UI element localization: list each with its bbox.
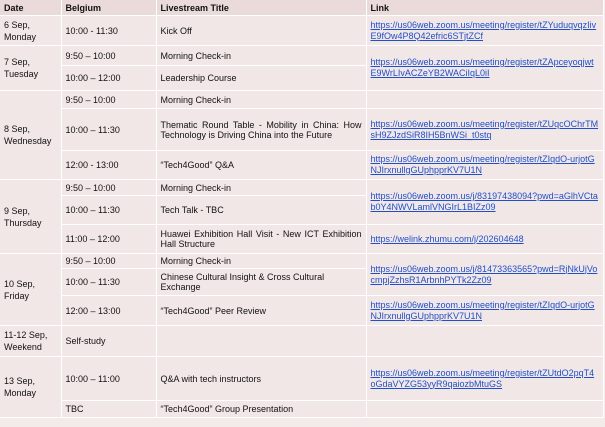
date-cell: 9 Sep, Thursday bbox=[0, 179, 62, 254]
meeting-link[interactable]: https://us06web.zoom.us/meeting/register… bbox=[371, 119, 599, 141]
title-cell: Morning Check-in bbox=[156, 90, 367, 109]
table-row: 11-12 Sep, Weekend Self-study bbox=[0, 325, 604, 357]
time-cell: 12:00 – 13:00 bbox=[61, 295, 157, 326]
title-cell: Thematic Round Table - Mobility in China… bbox=[156, 108, 367, 151]
date-cell: 10 Sep, Friday bbox=[0, 253, 62, 326]
link-cell bbox=[366, 325, 604, 357]
link-cell: https://us06web.zoom.us/meeting/register… bbox=[366, 356, 604, 401]
link-cell: https://us06web.zoom.us/j/81473363565?pw… bbox=[366, 253, 604, 296]
header-belgium: Belgium bbox=[61, 0, 157, 16]
date-cell: 7 Sep, Tuesday bbox=[0, 45, 62, 91]
time-cell: 10:00 – 11:30 bbox=[61, 108, 157, 151]
date-cell: 8 Sep, Wednesday bbox=[0, 90, 62, 180]
meeting-link[interactable]: https://us06web.zoom.us/meeting/register… bbox=[371, 57, 599, 79]
time-cell: 12:00 - 13:00 bbox=[61, 150, 157, 180]
time-cell: TBC bbox=[61, 400, 157, 418]
meeting-link[interactable]: https://us06web.zoom.us/j/83197438094?pw… bbox=[371, 191, 599, 213]
meeting-link[interactable]: https://welink.zhumu.com/j/202604648 bbox=[371, 234, 599, 245]
time-cell: 9:50 – 10:00 bbox=[61, 253, 157, 269]
link-cell bbox=[366, 400, 604, 418]
title-cell: Huawei Exhibition Hall Visit - New ICT E… bbox=[156, 224, 367, 254]
time-cell: Self-study bbox=[61, 325, 157, 357]
table-row: 10:00 – 11:30 Thematic Round Table - Mob… bbox=[0, 108, 604, 151]
header-link: Link bbox=[366, 0, 604, 16]
meeting-link[interactable]: https://us06web.zoom.us/meeting/register… bbox=[371, 154, 599, 176]
link-cell bbox=[366, 90, 604, 109]
title-cell: Leadership Course bbox=[156, 65, 367, 91]
title-cell bbox=[156, 325, 367, 357]
title-cell: Chinese Cultural Insight & Cross Cultura… bbox=[156, 268, 367, 296]
table-row: 8 Sep, Wednesday 9:50 – 10:00 Morning Ch… bbox=[0, 90, 604, 180]
title-cell: Morning Check-in bbox=[156, 179, 367, 196]
table-row: 12:00 - 13:00 “Tech4Good” Q&A https://us… bbox=[0, 150, 604, 180]
time-cell: 10:00 – 11:00 bbox=[61, 356, 157, 401]
header-livestream-title: Livestream Title bbox=[156, 0, 367, 16]
table-row: 10 Sep, Friday 9:50 – 10:00 Morning Chec… bbox=[0, 253, 604, 326]
meeting-link[interactable]: https://us06web.zoom.us/meeting/register… bbox=[371, 20, 599, 42]
title-cell: “Tech4Good” Group Presentation bbox=[156, 400, 367, 418]
title-cell: Morning Check-in bbox=[156, 45, 367, 66]
link-cell: https://us06web.zoom.us/meeting/register… bbox=[366, 295, 604, 326]
link-cell: https://welink.zhumu.com/j/202604648 bbox=[366, 224, 604, 254]
link-cell: https://us06web.zoom.us/meeting/register… bbox=[366, 150, 604, 180]
link-cell: https://us06web.zoom.us/j/83197438094?pw… bbox=[366, 179, 604, 225]
table-row: 12:00 – 13:00 “Tech4Good” Peer Review ht… bbox=[0, 295, 604, 326]
time-cell: 10:00 - 11:30 bbox=[61, 15, 157, 46]
time-cell: 9:50 – 10:00 bbox=[61, 179, 157, 196]
meeting-link[interactable]: https://us06web.zoom.us/j/81473363565?pw… bbox=[371, 264, 599, 286]
time-cell: 9:50 – 10:00 bbox=[61, 90, 157, 109]
title-cell: Kick Off bbox=[156, 15, 367, 46]
time-cell: 10:00 – 11:30 bbox=[61, 195, 157, 225]
table-row: 13 Sep, Monday 10:00 – 11:00 Q&A with te… bbox=[0, 356, 604, 418]
title-cell: “Tech4Good” Q&A bbox=[156, 150, 367, 180]
schedule-table: Date Belgium Livestream Title Link 6 Sep… bbox=[0, 0, 604, 418]
date-cell: 11-12 Sep, Weekend bbox=[0, 325, 62, 357]
table-row: 9 Sep, Thursday 9:50 – 10:00 Morning Che… bbox=[0, 179, 604, 254]
table-row: 7 Sep, Tuesday 9:50 – 10:00 Morning Chec… bbox=[0, 45, 604, 91]
time-cell: 11:00 – 12:00 bbox=[61, 224, 157, 254]
title-cell: Morning Check-in bbox=[156, 253, 367, 269]
time-cell: 10:00 – 12:00 bbox=[61, 65, 157, 91]
header-date: Date bbox=[0, 0, 62, 16]
title-cell: Q&A with tech instructors bbox=[156, 356, 367, 401]
link-cell: https://us06web.zoom.us/meeting/register… bbox=[366, 45, 604, 91]
link-cell: https://us06web.zoom.us/meeting/register… bbox=[366, 108, 604, 151]
time-cell: 10:00 – 11:30 bbox=[61, 268, 157, 296]
title-cell: Tech Talk - TBC bbox=[156, 195, 367, 225]
title-cell: “Tech4Good” Peer Review bbox=[156, 295, 367, 326]
date-cell: 13 Sep, Monday bbox=[0, 356, 62, 418]
time-cell: 9:50 – 10:00 bbox=[61, 45, 157, 66]
table-row: 11:00 – 12:00 Huawei Exhibition Hall Vis… bbox=[0, 224, 604, 254]
date-cell: 6 Sep, Monday bbox=[0, 15, 62, 46]
header-row: Date Belgium Livestream Title Link bbox=[0, 0, 604, 16]
meeting-link[interactable]: https://us06web.zoom.us/meeting/register… bbox=[371, 368, 599, 390]
table-row: TBC “Tech4Good” Group Presentation bbox=[0, 400, 604, 418]
table-row: 6 Sep, Monday 10:00 - 11:30 Kick Off htt… bbox=[0, 15, 604, 46]
link-cell: https://us06web.zoom.us/meeting/register… bbox=[366, 15, 604, 46]
meeting-link[interactable]: https://us06web.zoom.us/meeting/register… bbox=[371, 300, 599, 322]
